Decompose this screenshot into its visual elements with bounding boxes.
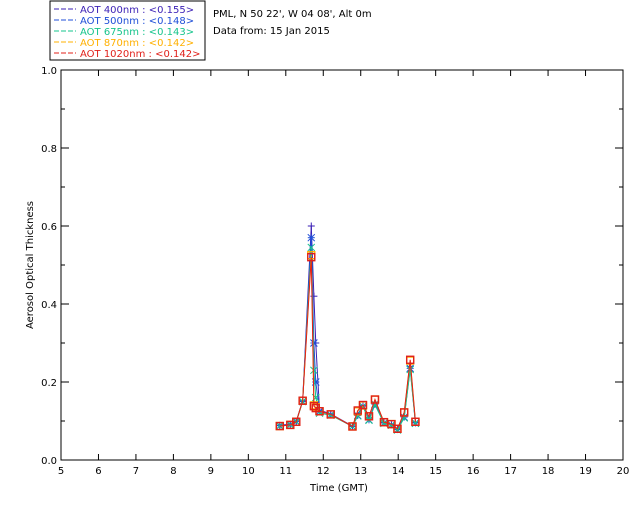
y-axis-title: Aerosol Optical Thickness (25, 201, 36, 329)
series-line-2 (279, 247, 416, 431)
data-point-series-1 (310, 339, 318, 347)
series-line-3 (279, 255, 416, 430)
y-tick-label: 0.2 (41, 378, 57, 389)
data-point-series-1 (307, 233, 316, 242)
y-tick-label: 0.8 (41, 144, 57, 155)
x-tick-label: 11 (279, 466, 292, 477)
plot-frame (60, 69, 624, 461)
x-tick-label: 14 (392, 466, 405, 477)
x-tick-label: 13 (354, 466, 367, 477)
data-point-series-0 (307, 222, 315, 230)
x-tick-label: 19 (579, 466, 592, 477)
x-tick-label: 17 (504, 466, 517, 477)
x-tick-label: 7 (133, 466, 139, 477)
x-tick-label: 16 (467, 466, 480, 477)
x-tick-label: 5 (58, 466, 64, 477)
y-tick-label: 0.6 (41, 222, 57, 233)
x-tick-label: 18 (542, 466, 555, 477)
y-tick-label: 0.0 (41, 456, 57, 467)
axes: 5 6 7 8 9 10 11 12 13 14 15 16 17 18 19 20 0.0 0.2 0.4 0.6 0… (41, 66, 629, 477)
x-tick-label: 10 (242, 466, 255, 477)
x-tick-label: 12 (317, 466, 330, 477)
legend-label-3: AOT 870nm : <0.142> (80, 38, 194, 49)
chart-title: PML, N 50 22', W 04 08', Alt 0m (213, 9, 372, 20)
legend-label-1: AOT 500nm : <0.148> (80, 16, 194, 27)
series-layer (275, 222, 420, 434)
y-tick-label: 1.0 (41, 66, 57, 77)
legend-label-2: AOT 675nm : <0.143> (80, 27, 194, 38)
legend-label-4: AOT 1020nm : <0.142> (80, 49, 200, 60)
y-tick-label: 0.4 (41, 300, 57, 311)
aot-chart: AOT 400nm : <0.155>AOT 500nm : <0.148>AO… (25, 0, 629, 494)
x-tick-label: 15 (429, 466, 442, 477)
x-tick-label: 6 (95, 466, 101, 477)
legend-label-0: AOT 400nm : <0.155> (80, 5, 194, 16)
x-axis-title: Time (GMT) (309, 483, 368, 494)
x-tick-label: 20 (617, 466, 630, 477)
chart-subtitle: Data from: 15 Jan 2015 (213, 26, 330, 37)
x-tick-label: 9 (208, 466, 214, 477)
series-line-4 (279, 257, 416, 430)
x-tick-label: 8 (170, 466, 176, 477)
